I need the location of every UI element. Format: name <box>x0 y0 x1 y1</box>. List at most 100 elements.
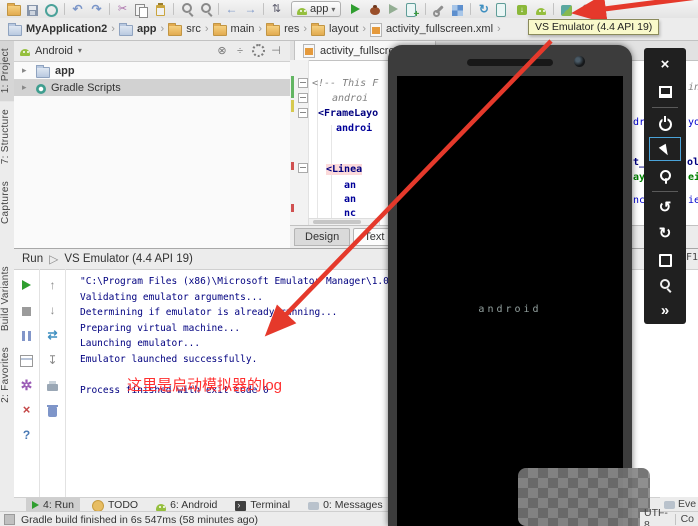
settings-wrench-icon[interactable] <box>429 1 448 17</box>
run-configuration-selector[interactable]: app ▾ <box>291 1 341 17</box>
cut-icon[interactable]: ✂ <box>113 1 132 17</box>
stripe-favorites[interactable]: 2: Favorites <box>0 339 14 411</box>
stripe-structure[interactable]: 7: Structure <box>0 101 14 172</box>
touch-icon[interactable] <box>649 163 681 187</box>
fold-marker-icon[interactable] <box>298 108 308 118</box>
help-icon[interactable]: ? <box>576 1 595 17</box>
attach-debugger-icon[interactable] <box>403 1 422 17</box>
chevron-right-icon: › <box>362 23 366 35</box>
power-icon[interactable] <box>649 112 681 136</box>
up-stack-trace-icon[interactable]: ↑ <box>45 277 61 293</box>
open-icon[interactable] <box>4 1 23 17</box>
tab-design[interactable]: Design <box>294 228 350 246</box>
project-view-selector[interactable]: Android <box>35 45 73 57</box>
fold-marker-icon[interactable] <box>298 78 308 88</box>
minimize-icon[interactable] <box>649 79 681 103</box>
project-panel-header: Android ▾ ⊗ ÷ ⊣ <box>14 40 290 62</box>
run-icon[interactable] <box>346 1 365 17</box>
context-widget[interactable]: Co <box>681 513 694 525</box>
close-icon[interactable]: × <box>649 53 681 77</box>
replace-icon[interactable] <box>196 1 215 17</box>
tab-terminal[interactable]: Terminal <box>229 498 296 512</box>
more-icon[interactable]: » <box>649 299 681 323</box>
breadcrumb-item[interactable]: src <box>166 22 203 36</box>
clear-all-icon[interactable] <box>45 402 61 418</box>
show-running-icon[interactable]: ✲ <box>19 377 35 393</box>
down-stack-trace-icon[interactable]: ↓ <box>45 302 61 318</box>
chevron-right-icon: › <box>161 23 165 35</box>
android-icon <box>297 8 307 15</box>
breadcrumb-item[interactable]: MyApplication2 <box>6 22 109 36</box>
save-all-icon[interactable] <box>23 1 42 17</box>
status-bar-right: UTF-8 Co <box>640 512 698 526</box>
restore-layout-icon[interactable] <box>19 352 35 368</box>
event-log-widget[interactable]: Eve <box>660 497 698 511</box>
project-structure-icon[interactable] <box>448 1 467 17</box>
gradle-sync-icon[interactable]: ↻ <box>474 1 493 17</box>
breadcrumb-item[interactable]: main <box>211 22 257 36</box>
event-log-icon <box>664 501 675 509</box>
chevron-right-icon: › <box>205 23 209 35</box>
device-monitor-icon[interactable] <box>493 1 512 17</box>
expand-arrow-icon[interactable]: ▸ <box>22 82 31 93</box>
breadcrumb-item[interactable]: res <box>264 22 301 36</box>
find-icon[interactable] <box>177 1 196 17</box>
forward-icon[interactable]: → <box>241 1 260 17</box>
breadcrumb-item[interactable]: activity_fullscreen.xml <box>368 22 495 37</box>
debug-icon[interactable] <box>365 1 384 17</box>
vs-emulator-icon[interactable] <box>557 1 576 17</box>
expand-arrow-icon[interactable]: ▸ <box>22 65 31 76</box>
stripe-captures[interactable]: Captures <box>0 173 14 232</box>
print-icon[interactable] <box>45 377 61 393</box>
emulator-screen[interactable]: android <box>397 76 623 526</box>
pause-output-icon[interactable] <box>19 327 35 343</box>
rotate-right-icon[interactable]: ↻ <box>649 222 681 246</box>
hide-panel-icon[interactable]: ⊣ <box>268 44 284 58</box>
scroll-to-end-icon[interactable]: ↧ <box>45 352 61 368</box>
scrollbar-thumb[interactable] <box>313 220 361 224</box>
stripe-project[interactable]: 1: Project <box>0 40 14 101</box>
undo-icon[interactable]: ↶ <box>68 1 87 17</box>
collapse-all-icon[interactable]: ÷ <box>232 44 248 58</box>
stop-icon[interactable] <box>19 302 35 318</box>
close-circle-icon[interactable]: ⊗ <box>214 44 230 58</box>
sdk-manager-icon[interactable] <box>512 1 531 17</box>
run-configuration-label: app <box>310 3 328 15</box>
tree-row[interactable]: ▸ app <box>14 62 290 79</box>
run-icon <box>32 501 39 509</box>
help-icon[interactable]: ? <box>19 427 35 443</box>
breadcrumb-item[interactable]: layout <box>309 22 360 36</box>
fit-screen-icon[interactable] <box>649 248 681 272</box>
soft-wrap-icon[interactable]: ⇄ <box>45 327 61 343</box>
breadcrumb-item[interactable]: app <box>117 22 159 36</box>
run-actions-column: ✲ × ? <box>14 269 40 498</box>
avd-manager-icon[interactable] <box>531 1 550 17</box>
back-icon[interactable]: ← <box>222 1 241 17</box>
zoom-icon[interactable] <box>649 273 681 297</box>
project-header-actions: ⊗ ÷ ⊣ <box>214 42 284 60</box>
tab-messages[interactable]: 0: Messages <box>302 498 389 512</box>
divider <box>652 191 678 192</box>
fold-marker-icon[interactable] <box>298 163 308 173</box>
redo-icon[interactable]: ↷ <box>87 1 106 17</box>
tab-android[interactable]: 6: Android <box>150 498 223 512</box>
copy-icon[interactable] <box>132 1 151 17</box>
sort-icon[interactable]: ⇅ <box>267 1 286 17</box>
stripe-build-variants[interactable]: Build Variants <box>0 258 14 339</box>
sync-icon[interactable] <box>42 1 61 17</box>
xml-file-icon <box>370 23 382 37</box>
cursor-icon[interactable] <box>649 137 681 161</box>
settings-gear-icon[interactable] <box>250 42 266 60</box>
run-coverage-icon[interactable] <box>384 1 403 17</box>
folder-icon <box>213 25 227 36</box>
divider <box>173 3 174 15</box>
rerun-icon[interactable] <box>19 277 35 293</box>
paste-icon[interactable] <box>151 1 170 17</box>
tab-run[interactable]: 4: Run <box>26 498 80 512</box>
emulator-window[interactable]: android <box>388 45 632 526</box>
fold-marker-icon[interactable] <box>298 93 308 103</box>
rotate-left-icon[interactable]: ↺ <box>649 196 681 220</box>
close-icon[interactable]: × <box>19 402 35 418</box>
tab-todo[interactable]: TODO <box>86 498 144 512</box>
tree-row[interactable]: ▸ Gradle Scripts <box>14 79 290 96</box>
